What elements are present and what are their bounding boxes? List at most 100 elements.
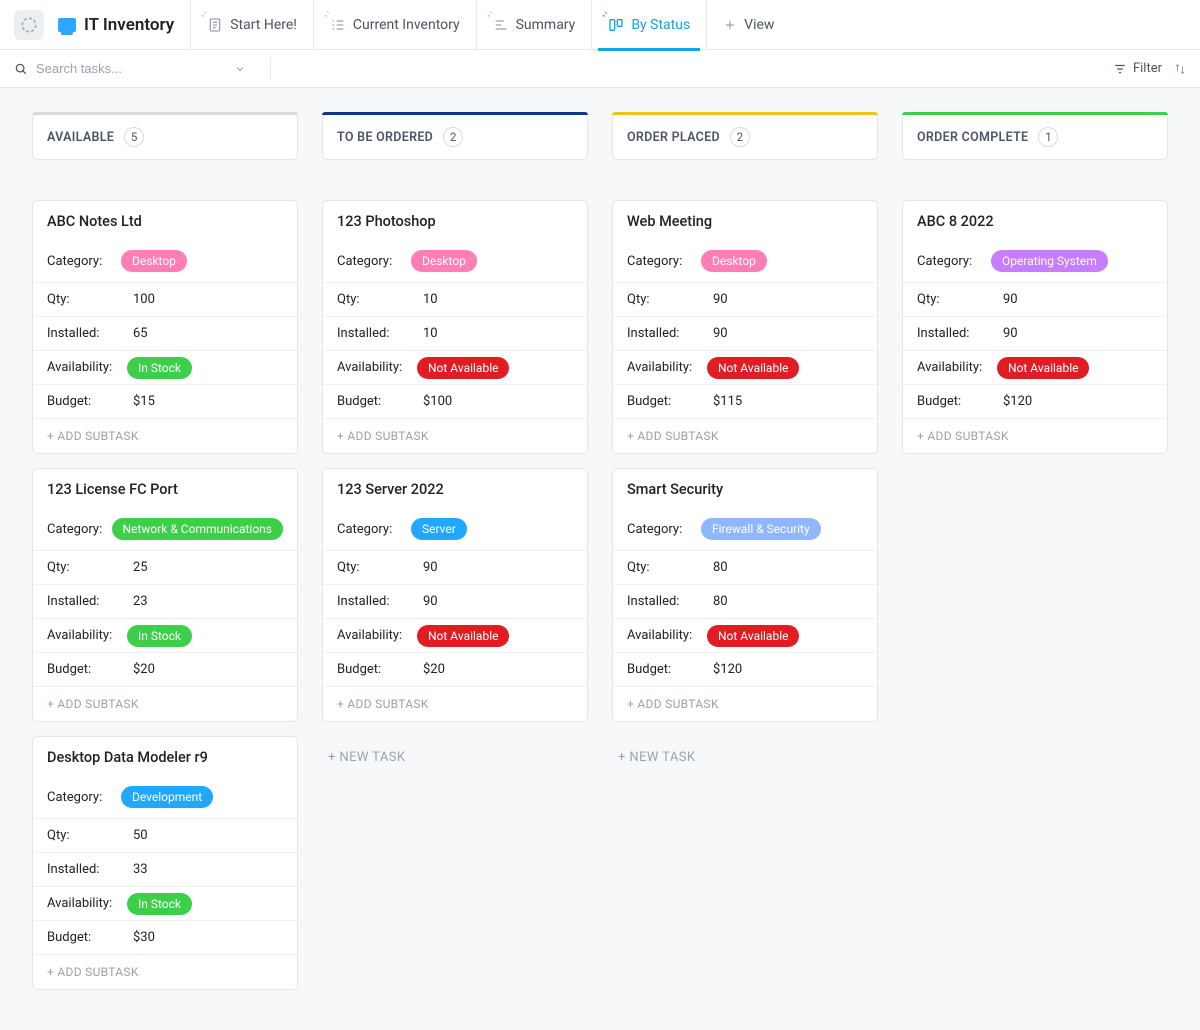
- category-badge: Desktop: [121, 250, 187, 272]
- add-subtask-button[interactable]: + ADD SUBTASK: [33, 418, 297, 453]
- page-title: IT Inventory: [84, 15, 174, 35]
- card-row-availability: Availability:Not Available: [323, 618, 587, 652]
- availability-badge: In Stock: [127, 625, 192, 647]
- label-qty: Qty:: [337, 292, 423, 307]
- search-input[interactable]: [36, 61, 186, 76]
- tab-start-here[interactable]: Start Here!: [191, 0, 314, 50]
- value-budget: $20: [423, 662, 445, 677]
- tab-label: Summary: [516, 17, 576, 33]
- workspace-icon[interactable]: [14, 10, 44, 40]
- card-row-availability: Availability:Not Available: [903, 350, 1167, 384]
- add-subtask-button[interactable]: + ADD SUBTASK: [903, 418, 1167, 453]
- card-title: 123 License FC Port: [33, 469, 297, 508]
- label-qty: Qty:: [337, 560, 423, 575]
- label-qty: Qty:: [627, 292, 713, 307]
- card-row-availability: Availability:Not Available: [613, 350, 877, 384]
- filter-icon[interactable]: [1113, 62, 1127, 76]
- card-title: Smart Security: [613, 469, 877, 508]
- task-card[interactable]: Web MeetingCategory:DesktopQty:90Install…: [612, 200, 878, 454]
- card-row-qty: Qty:80: [613, 550, 877, 584]
- category-badge: Development: [121, 786, 213, 808]
- column-count: 2: [443, 127, 463, 147]
- card-row-availability: Availability:Not Available: [613, 618, 877, 652]
- new-task-button[interactable]: + NEW TASK: [612, 736, 878, 779]
- card-row-qty: Qty:90: [903, 282, 1167, 316]
- search-icon: [14, 62, 28, 76]
- column-header[interactable]: AVAILABLE5: [32, 114, 298, 160]
- column-cards: 123 PhotoshopCategory:DesktopQty:10Insta…: [322, 200, 588, 779]
- card-title: ABC Notes Ltd: [33, 201, 297, 240]
- card-row-category: Category:Desktop: [323, 240, 587, 282]
- card-row-installed: Installed:90: [613, 316, 877, 350]
- card-row-availability: Availability:In Stock: [33, 618, 297, 652]
- column-count: 5: [124, 127, 144, 147]
- label-budget: Budget:: [337, 394, 423, 409]
- column-accent: [612, 112, 878, 115]
- label-availability: Availability:: [47, 360, 127, 375]
- new-task-button[interactable]: + NEW TASK: [322, 736, 588, 779]
- card-row-qty: Qty:90: [613, 282, 877, 316]
- tab-by-status[interactable]: By Status: [592, 0, 707, 50]
- column-header[interactable]: ORDER COMPLETE1: [902, 114, 1168, 160]
- label-budget: Budget:: [917, 394, 1003, 409]
- filter-button[interactable]: Filter: [1133, 61, 1162, 76]
- card-row-budget: Budget:$120: [613, 652, 877, 686]
- pin-icon: [600, 6, 608, 22]
- label-category: Category:: [337, 254, 411, 269]
- label-budget: Budget:: [627, 394, 713, 409]
- task-card[interactable]: 123 PhotoshopCategory:DesktopQty:10Insta…: [322, 200, 588, 454]
- column-header[interactable]: ORDER PLACED2: [612, 114, 878, 160]
- doc-icon: [207, 17, 223, 33]
- task-card[interactable]: 123 License FC PortCategory:Network & Co…: [32, 468, 298, 722]
- board-column-tobe: TO BE ORDERED2123 PhotoshopCategory:Desk…: [322, 112, 588, 779]
- value-installed: 23: [133, 594, 148, 609]
- card-row-installed: Installed:33: [33, 852, 297, 886]
- tab-summary[interactable]: Summary: [477, 0, 593, 50]
- card-row-installed: Installed:10: [323, 316, 587, 350]
- availability-badge: In Stock: [127, 893, 192, 915]
- value-installed: 65: [133, 326, 148, 341]
- label-installed: Installed:: [337, 594, 423, 609]
- value-installed: 90: [423, 594, 438, 609]
- column-header[interactable]: TO BE ORDERED2: [322, 114, 588, 160]
- top-nav: IT Inventory Start Here! Current Invento…: [0, 0, 1200, 50]
- value-installed: 10: [423, 326, 438, 341]
- page-title-wrap[interactable]: IT Inventory: [58, 0, 191, 50]
- column-cards: ABC Notes LtdCategory:DesktopQty:100Inst…: [32, 200, 298, 990]
- value-qty: 25: [133, 560, 148, 575]
- task-card[interactable]: Desktop Data Modeler r9Category:Developm…: [32, 736, 298, 990]
- value-qty: 90: [713, 292, 728, 307]
- value-installed: 80: [713, 594, 728, 609]
- card-row-budget: Budget:$20: [323, 652, 587, 686]
- label-category: Category:: [47, 522, 112, 537]
- label-category: Category:: [627, 254, 701, 269]
- label-qty: Qty:: [47, 292, 133, 307]
- add-subtask-button[interactable]: + ADD SUBTASK: [33, 686, 297, 721]
- card-row-category: Category:Network & Communications: [33, 508, 297, 550]
- card-title: 123 Server 2022: [323, 469, 587, 508]
- tab-current-inventory[interactable]: Current Inventory: [314, 0, 477, 50]
- card-row-category: Category:Firewall & Security: [613, 508, 877, 550]
- task-card[interactable]: ABC 8 2022Category:Operating SystemQty:9…: [902, 200, 1168, 454]
- label-category: Category:: [337, 522, 411, 537]
- tab-add-view[interactable]: View: [707, 0, 791, 50]
- add-subtask-button[interactable]: + ADD SUBTASK: [323, 418, 587, 453]
- card-row-category: Category:Server: [323, 508, 587, 550]
- add-subtask-button[interactable]: + ADD SUBTASK: [613, 418, 877, 453]
- add-subtask-button[interactable]: + ADD SUBTASK: [33, 954, 297, 989]
- availability-badge: In Stock: [127, 357, 192, 379]
- add-subtask-button[interactable]: + ADD SUBTASK: [613, 686, 877, 721]
- category-badge: Desktop: [411, 250, 477, 272]
- chevron-down-icon[interactable]: [234, 63, 246, 75]
- task-card[interactable]: Smart SecurityCategory:Firewall & Securi…: [612, 468, 878, 722]
- card-row-installed: Installed:23: [33, 584, 297, 618]
- value-installed: 90: [713, 326, 728, 341]
- card-row-category: Category:Operating System: [903, 240, 1167, 282]
- card-row-budget: Budget:$100: [323, 384, 587, 418]
- sort-icon[interactable]: [1174, 63, 1186, 75]
- card-row-installed: Installed:90: [323, 584, 587, 618]
- add-subtask-button[interactable]: + ADD SUBTASK: [323, 686, 587, 721]
- tab-label: By Status: [631, 17, 690, 33]
- task-card[interactable]: ABC Notes LtdCategory:DesktopQty:100Inst…: [32, 200, 298, 454]
- task-card[interactable]: 123 Server 2022Category:Server Qty: 90Inst…: [322, 468, 588, 722]
